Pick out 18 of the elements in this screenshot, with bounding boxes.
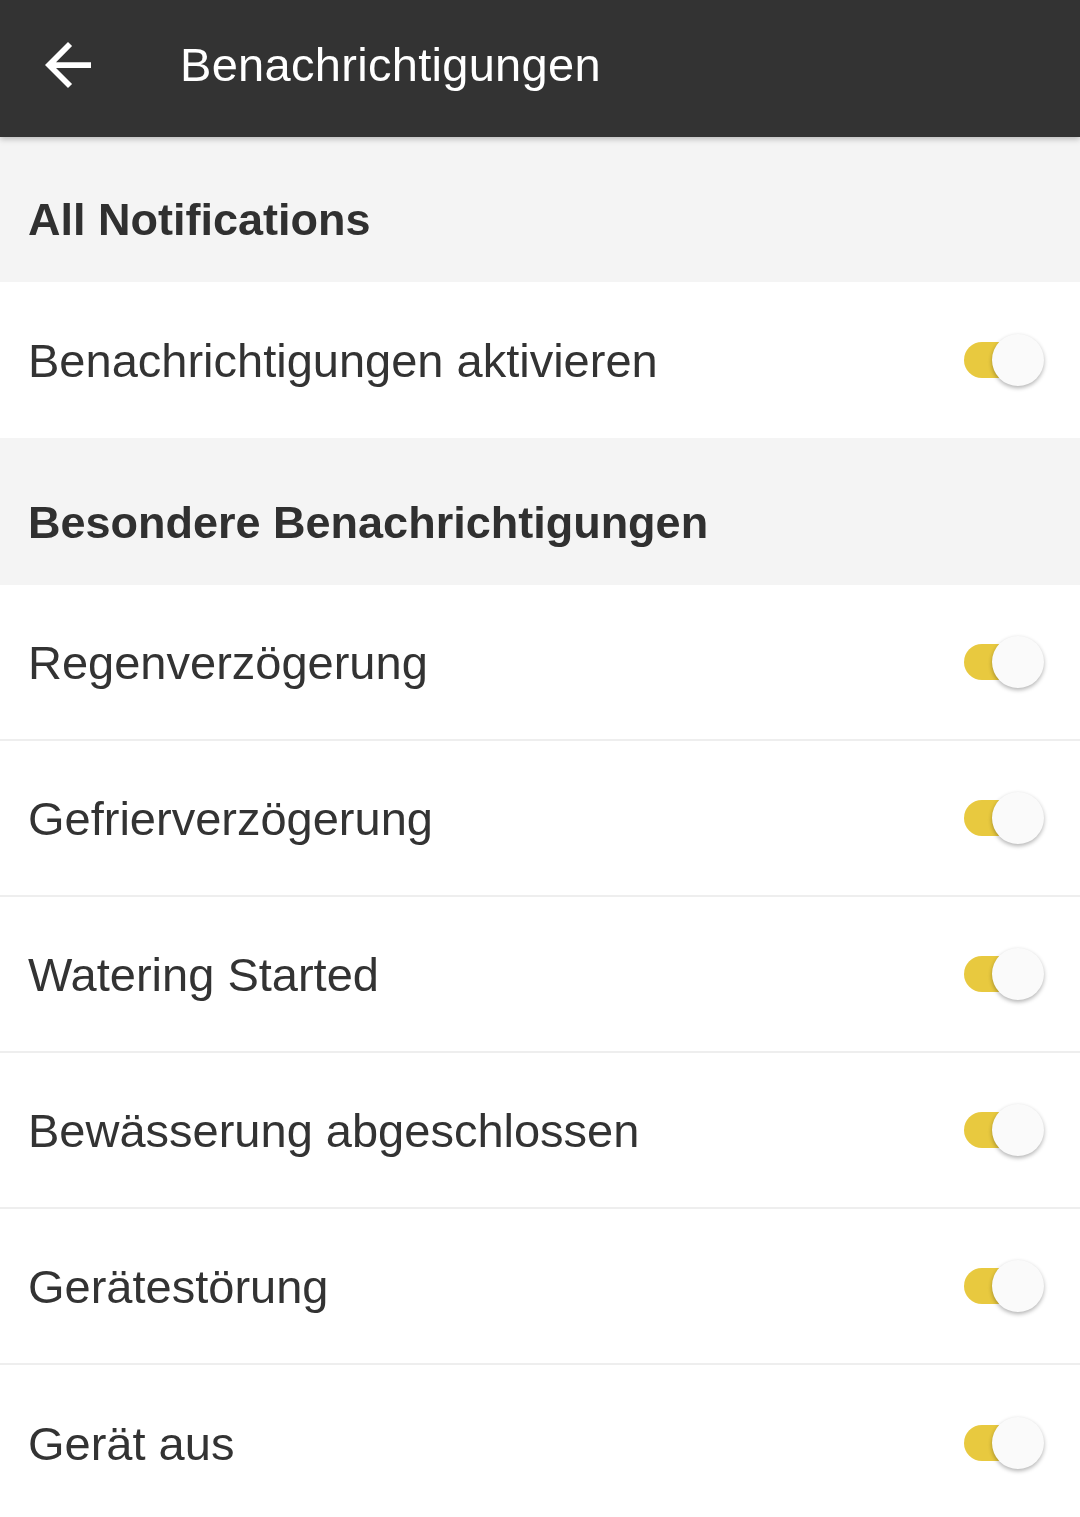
setting-label: Bewässerung abgeschlossen [28,1102,640,1158]
section-title: All Notifications [28,194,371,246]
setting-label: Gerätestörung [28,1258,329,1314]
setting-label: Gerät aus [28,1415,235,1471]
toggle-switch[interactable] [962,1103,1046,1157]
toggle-switch[interactable] [962,791,1046,845]
setting-label: Regenverzögerung [28,634,428,690]
toggle-switch[interactable] [962,947,1046,1001]
toggle-switch[interactable] [962,1416,1046,1470]
back-arrow-icon [45,41,91,88]
toggle-switch[interactable] [962,635,1046,689]
section-title: Besondere Benachrichtigungen [28,497,709,549]
toggle-switch[interactable] [962,1259,1046,1313]
toggle-switch[interactable] [962,333,1046,387]
screen-title: Benachrichtigungen [180,37,601,92]
setting-label: Gefrierverzögerung [28,790,433,846]
setting-label: Benachrichtigungen aktivieren [28,332,658,388]
setting-label: Watering Started [28,946,379,1002]
